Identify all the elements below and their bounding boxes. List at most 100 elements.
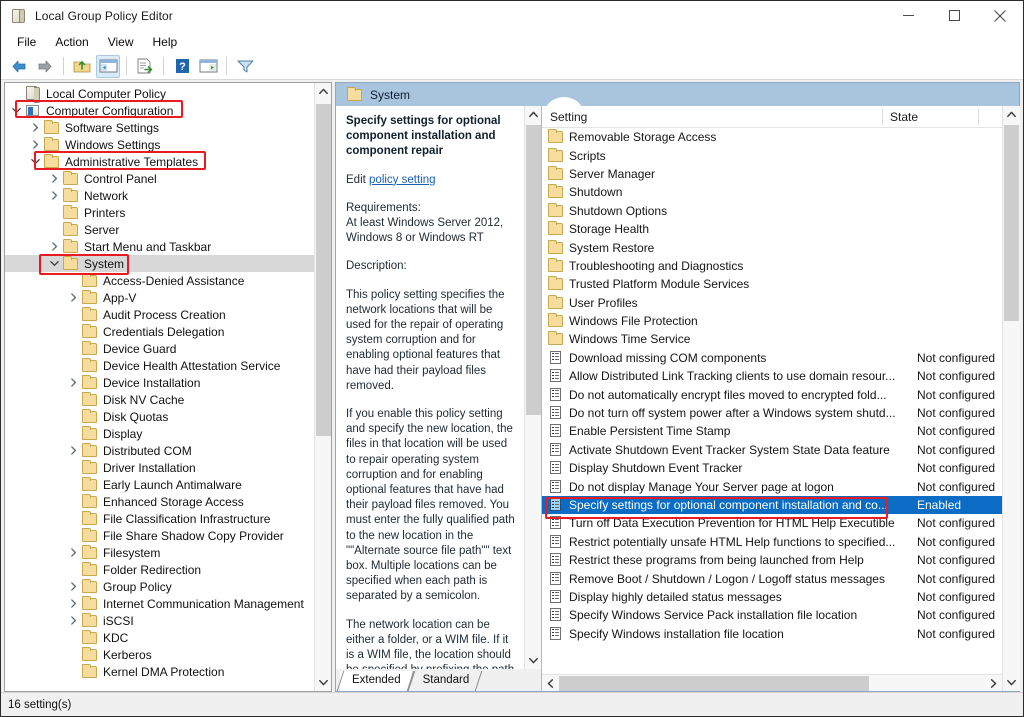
policy-setting-link[interactable]: policy setting (369, 174, 435, 186)
hscroll-thumb[interactable] (559, 675, 869, 691)
table-row[interactable]: Specify settings for optional component … (542, 495, 1002, 515)
tree-item-enhanced-storage-access[interactable]: Enhanced Storage Access (5, 493, 314, 510)
show-hide-console-tree-icon[interactable] (96, 54, 120, 78)
table-row[interactable]: Turn off Data Execution Prevention for H… (542, 514, 1002, 532)
table-row[interactable]: Removable Storage Access (542, 128, 1002, 146)
description-scroll-track[interactable] (524, 123, 541, 652)
table-row[interactable]: User Profiles (542, 294, 1002, 312)
tree-item-device-installation[interactable]: Device Installation (5, 374, 314, 391)
table-row[interactable]: Display Shutdown Event Tracker Not config… (542, 459, 1002, 477)
tree-item-local-computer-policy[interactable]: Local Computer Policy (5, 85, 314, 103)
tree-vertical-scrollbar[interactable] (314, 83, 331, 691)
settings-scroll-up-icon[interactable] (1002, 106, 1020, 123)
tree-item-group-policy[interactable]: Group Policy (5, 578, 314, 595)
table-row[interactable]: Specify Windows installation file locati… (542, 625, 1002, 643)
table-row[interactable]: Remove Boot / Shutdown / Logon / Logoff … (542, 569, 1002, 587)
tree-item-early-launch-antimalware[interactable]: Early Launch Antimalware (5, 476, 314, 493)
tree-item-kerberos[interactable]: Kerberos (5, 646, 314, 663)
description-scroll-up-icon[interactable] (524, 106, 541, 123)
console-tree[interactable]: Local Computer Policy Computer Configurat… (5, 83, 314, 691)
chevron-right-icon[interactable] (66, 293, 81, 302)
table-row[interactable]: Allow Distributed Link Tracking clients … (542, 367, 1002, 385)
chevron-down-icon[interactable] (9, 107, 24, 114)
description-scroll-down-icon[interactable] (524, 652, 541, 669)
chevron-right-icon[interactable] (47, 174, 62, 183)
table-row[interactable]: Display highly detailed status messages N… (542, 588, 1002, 606)
settings-horizontal-scrollbar[interactable] (542, 674, 1002, 691)
description-scroll-thumb[interactable] (525, 125, 541, 415)
table-row[interactable]: Troubleshooting and Diagnostics (542, 257, 1002, 275)
tree-item-disk-nv-cache[interactable]: Disk NV Cache (5, 391, 314, 408)
tree-item-filesystem[interactable]: Filesystem (5, 544, 314, 561)
tree-item-kernel-dma-protection[interactable]: Kernel DMA Protection (5, 663, 314, 680)
table-row[interactable]: Do not automatically encrypt files moved… (542, 385, 1002, 403)
table-row[interactable]: Shutdown Options (542, 202, 1002, 220)
table-row[interactable]: Enable Persistent Time Stamp Not configur… (542, 422, 1002, 440)
tree-item-app-v[interactable]: App-V (5, 289, 314, 306)
tree-item-device-health-attestation-service[interactable]: Device Health Attestation Service (5, 357, 314, 374)
chevron-down-icon[interactable] (28, 158, 43, 165)
menu-file[interactable]: File (8, 32, 45, 52)
tree-item-credentials-delegation[interactable]: Credentials Delegation (5, 323, 314, 340)
table-row[interactable]: Trusted Platform Module Services (542, 275, 1002, 293)
table-row[interactable]: Specify Windows Service Pack installatio… (542, 606, 1002, 624)
tree-item-disk-quotas[interactable]: Disk Quotas (5, 408, 314, 425)
table-row[interactable]: Download missing COM components Not confi… (542, 349, 1002, 367)
hscroll-track[interactable] (559, 675, 985, 692)
table-row[interactable]: Activate Shutdown Event Tracker System S… (542, 441, 1002, 459)
export-list-icon[interactable] (133, 55, 157, 78)
tree-item-access-denied-assistance[interactable]: Access-Denied Assistance (5, 272, 314, 289)
table-row[interactable]: Windows File Protection (542, 312, 1002, 330)
properties-icon[interactable] (196, 55, 220, 78)
hscroll-right-icon[interactable] (985, 675, 1002, 692)
chevron-right-icon[interactable] (66, 599, 81, 608)
tree-item-administrative-templates[interactable]: Administrative Templates (5, 153, 314, 170)
tree-item-folder-redirection[interactable]: Folder Redirection (5, 561, 314, 578)
chevron-right-icon[interactable] (66, 446, 81, 455)
tree-item-system[interactable]: System (5, 255, 314, 272)
table-row[interactable]: Restrict potentially unsafe HTML Help fu… (542, 533, 1002, 551)
table-row[interactable]: Do not display Manage Your Server page a… (542, 477, 1002, 495)
hscroll-left-icon[interactable] (542, 675, 559, 692)
table-row[interactable]: Restrict these programs from being launc… (542, 551, 1002, 569)
settings-scroll-thumb[interactable] (1003, 125, 1019, 321)
settings-vertical-scrollbar[interactable] (1002, 106, 1020, 691)
tree-item-device-guard[interactable]: Device Guard (5, 340, 314, 357)
chevron-down-icon[interactable] (47, 260, 62, 267)
chevron-right-icon[interactable] (47, 191, 62, 200)
menu-action[interactable]: Action (46, 32, 97, 52)
chevron-right-icon[interactable] (47, 242, 62, 251)
settings-scroll-track[interactable] (1002, 123, 1020, 674)
tree-item-distributed-com[interactable]: Distributed COM (5, 442, 314, 459)
chevron-right-icon[interactable] (28, 123, 43, 132)
column-header-setting[interactable]: Setting (542, 106, 882, 128)
table-row[interactable]: Windows Time Service (542, 330, 1002, 348)
chevron-right-icon[interactable] (66, 582, 81, 591)
tree-scroll-down-icon[interactable] (314, 674, 331, 691)
minimize-button[interactable] (885, 1, 931, 31)
tree-item-printers[interactable]: Printers (5, 204, 314, 221)
tree-scroll-up-icon[interactable] (314, 83, 331, 100)
tree-item-file-share-shadow-copy-provider[interactable]: File Share Shadow Copy Provider (5, 527, 314, 544)
column-header-state[interactable]: State (882, 106, 978, 128)
chevron-right-icon[interactable] (66, 378, 81, 387)
tree-item-internet-communication-management[interactable]: Internet Communication Management (5, 595, 314, 612)
tree-item-file-classification-infrastructure[interactable]: File Classification Infrastructure (5, 510, 314, 527)
settings-scroll-down-icon[interactable] (1002, 674, 1020, 691)
table-row[interactable]: Server Manager (542, 165, 1002, 183)
table-row[interactable]: Shutdown (542, 183, 1002, 201)
help-icon[interactable]: ? (170, 55, 194, 78)
tree-item-audit-process-creation[interactable]: Audit Process Creation (5, 306, 314, 323)
chevron-right-icon[interactable] (66, 548, 81, 557)
menu-view[interactable]: View (99, 32, 143, 52)
tree-item-computer-configuration[interactable]: Computer Configuration (5, 102, 314, 119)
tree-item-software-settings[interactable]: Software Settings (5, 119, 314, 136)
filter-icon[interactable] (233, 55, 257, 78)
settings-list-rows[interactable]: Removable Storage Access Scripts Server Ma… (542, 128, 1002, 674)
tree-item-network[interactable]: Network (5, 187, 314, 204)
tree-item-windows-settings[interactable]: Windows Settings (5, 136, 314, 153)
back-icon[interactable] (7, 55, 31, 78)
tree-item-driver-installation[interactable]: Driver Installation (5, 459, 314, 476)
close-button[interactable] (977, 1, 1023, 31)
table-row[interactable]: Storage Health (542, 220, 1002, 238)
